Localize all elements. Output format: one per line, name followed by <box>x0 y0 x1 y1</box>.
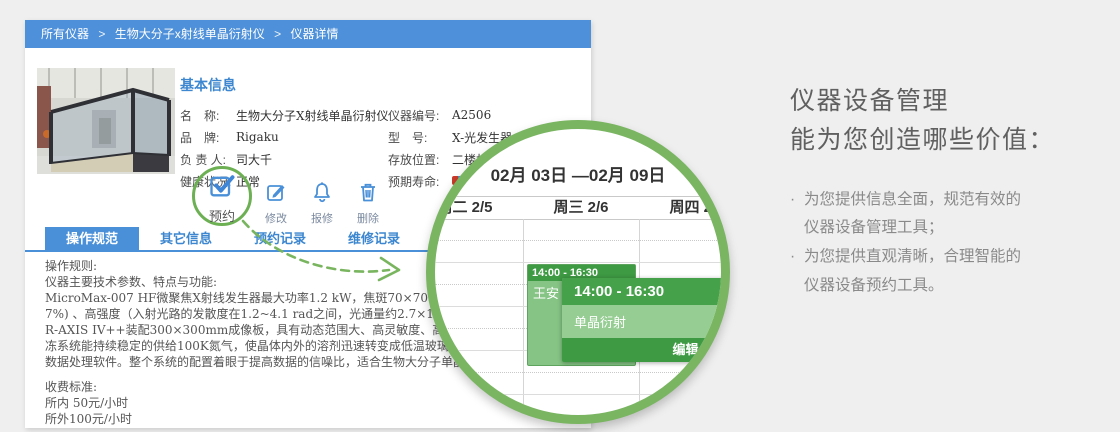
promo-bullet: · 为您提供直观清晰，合理智能的 <box>790 243 1110 272</box>
checkbox-check-icon <box>210 175 235 197</box>
promo-bullet: · 为您提供信息全面，规范有效的 <box>790 186 1110 215</box>
bullet-dot: · <box>790 247 796 265</box>
promo-bullet-continuation: 仪器设备管理工具； <box>804 219 944 237</box>
calendar-day-tue: 周二 2/5 <box>437 199 493 216</box>
calendar-column-line <box>523 219 524 415</box>
content-line-pricing-external: 所外100元/小时 <box>45 412 132 426</box>
delete-instrument-button[interactable]: 删除 <box>344 180 392 226</box>
promo-heading-line: 仪器设备管理 <box>790 87 950 115</box>
reserve-button[interactable]: 预约 <box>198 172 246 225</box>
reservation-popup: 14:00 - 16:30 单晶衍射 编辑 取消 <box>562 278 721 362</box>
tab-reservation-records[interactable]: 预约记录 <box>233 227 327 250</box>
breadcrumb-separator: > <box>274 27 282 41</box>
calendar-gridline <box>435 394 721 395</box>
promo-bullet-continuation: 仪器设备预约工具。 <box>804 276 944 294</box>
promo-bullet-text: 为您提供信息全面，规范有效的 <box>804 190 1022 208</box>
field-label-serial: 仪器编号: <box>388 108 440 123</box>
edit-icon <box>267 185 285 201</box>
equipment-photo-illustration <box>37 68 175 174</box>
edit-instrument-button[interactable]: 修改 <box>252 180 300 226</box>
promo-bullet-text: 为您提供直观清晰，合理智能的 <box>804 247 1022 265</box>
field-value-name: 生物大分子X射线单晶衍射仪 <box>236 108 389 123</box>
breadcrumb-item-detail: 仪器详情 <box>290 27 339 41</box>
field-label-model: 型 号: <box>388 130 428 145</box>
reserve-button-label: 预约 <box>208 209 235 224</box>
edit-button-label: 修改 <box>265 213 287 225</box>
page: 所有仪器 > 生物大分子x射线单晶衍射仪 > 仪器详情 基本信息 名 称: 生物… <box>0 0 1120 432</box>
promo-heading: 仪器设备管理 能为您创造哪些价值： <box>790 82 1110 160</box>
calendar-gridline <box>435 240 721 241</box>
popup-time-label: 14:00 - 16:30 <box>562 278 721 305</box>
calendar-gridline <box>435 372 721 373</box>
calendar-day-thu: 周四 2/7 <box>669 199 725 216</box>
breadcrumb-item-all-instruments[interactable]: 所有仪器 <box>41 27 89 41</box>
trash-icon <box>361 183 375 202</box>
calendar-magnifier: 02月 03日 —02月 09日 周二 2/5 周三 2/6 周四 2/7 14… <box>426 120 730 424</box>
delete-button-label: 删除 <box>357 213 379 225</box>
report-repair-button[interactable]: 报修 <box>298 180 346 226</box>
bullet-dot: · <box>790 190 796 208</box>
promo-heading-line: 能为您创造哪些价值： <box>790 125 1056 154</box>
popup-edit-link[interactable]: 编辑 <box>673 342 699 357</box>
field-value-brand: Rigaku <box>236 130 279 144</box>
promo-section: 仪器设备管理 能为您创造哪些价值： · 为您提供信息全面，规范有效的 仪器设备管… <box>790 82 1110 300</box>
breadcrumb-item-instrument[interactable]: 生物大分子x射线单晶衍射仪 <box>115 27 265 41</box>
bell-icon <box>314 182 330 203</box>
promo-bullets: · 为您提供信息全面，规范有效的 仪器设备管理工具； · 为您提供直观清晰，合理… <box>790 186 1110 301</box>
calendar-week-range: 02月 03日 —02月 09日 <box>490 166 666 185</box>
breadcrumb: 所有仪器 > 生物大分子x射线单晶衍射仪 > 仪器详情 <box>25 20 591 48</box>
field-label-brand: 品 牌: <box>180 130 220 145</box>
tab-operating-spec[interactable]: 操作规范 <box>45 227 140 250</box>
tab-other-info[interactable]: 其它信息 <box>139 227 233 250</box>
popup-footer: 编辑 取消 <box>562 338 721 362</box>
field-value-manager: 司大千 <box>236 152 273 167</box>
popup-instrument-label: 单晶衍射 <box>574 315 627 330</box>
field-label-name: 名 称: <box>180 108 220 123</box>
equipment-photo <box>37 68 175 174</box>
breadcrumb-separator: > <box>98 27 106 41</box>
tab-repair-records[interactable]: 维修记录 <box>327 227 421 250</box>
report-repair-button-label: 报修 <box>311 213 333 225</box>
field-label-manager: 负 责 人: <box>180 152 227 167</box>
popup-cancel-link[interactable]: 取消 <box>711 342 721 357</box>
calendar-day-header-row: 周二 2/5 周三 2/6 周四 2/7 <box>435 196 721 220</box>
calendar-gridline <box>435 262 721 263</box>
basic-info-title: 基本信息 <box>180 77 236 93</box>
calendar-day-wed: 周三 2/6 <box>553 199 609 216</box>
